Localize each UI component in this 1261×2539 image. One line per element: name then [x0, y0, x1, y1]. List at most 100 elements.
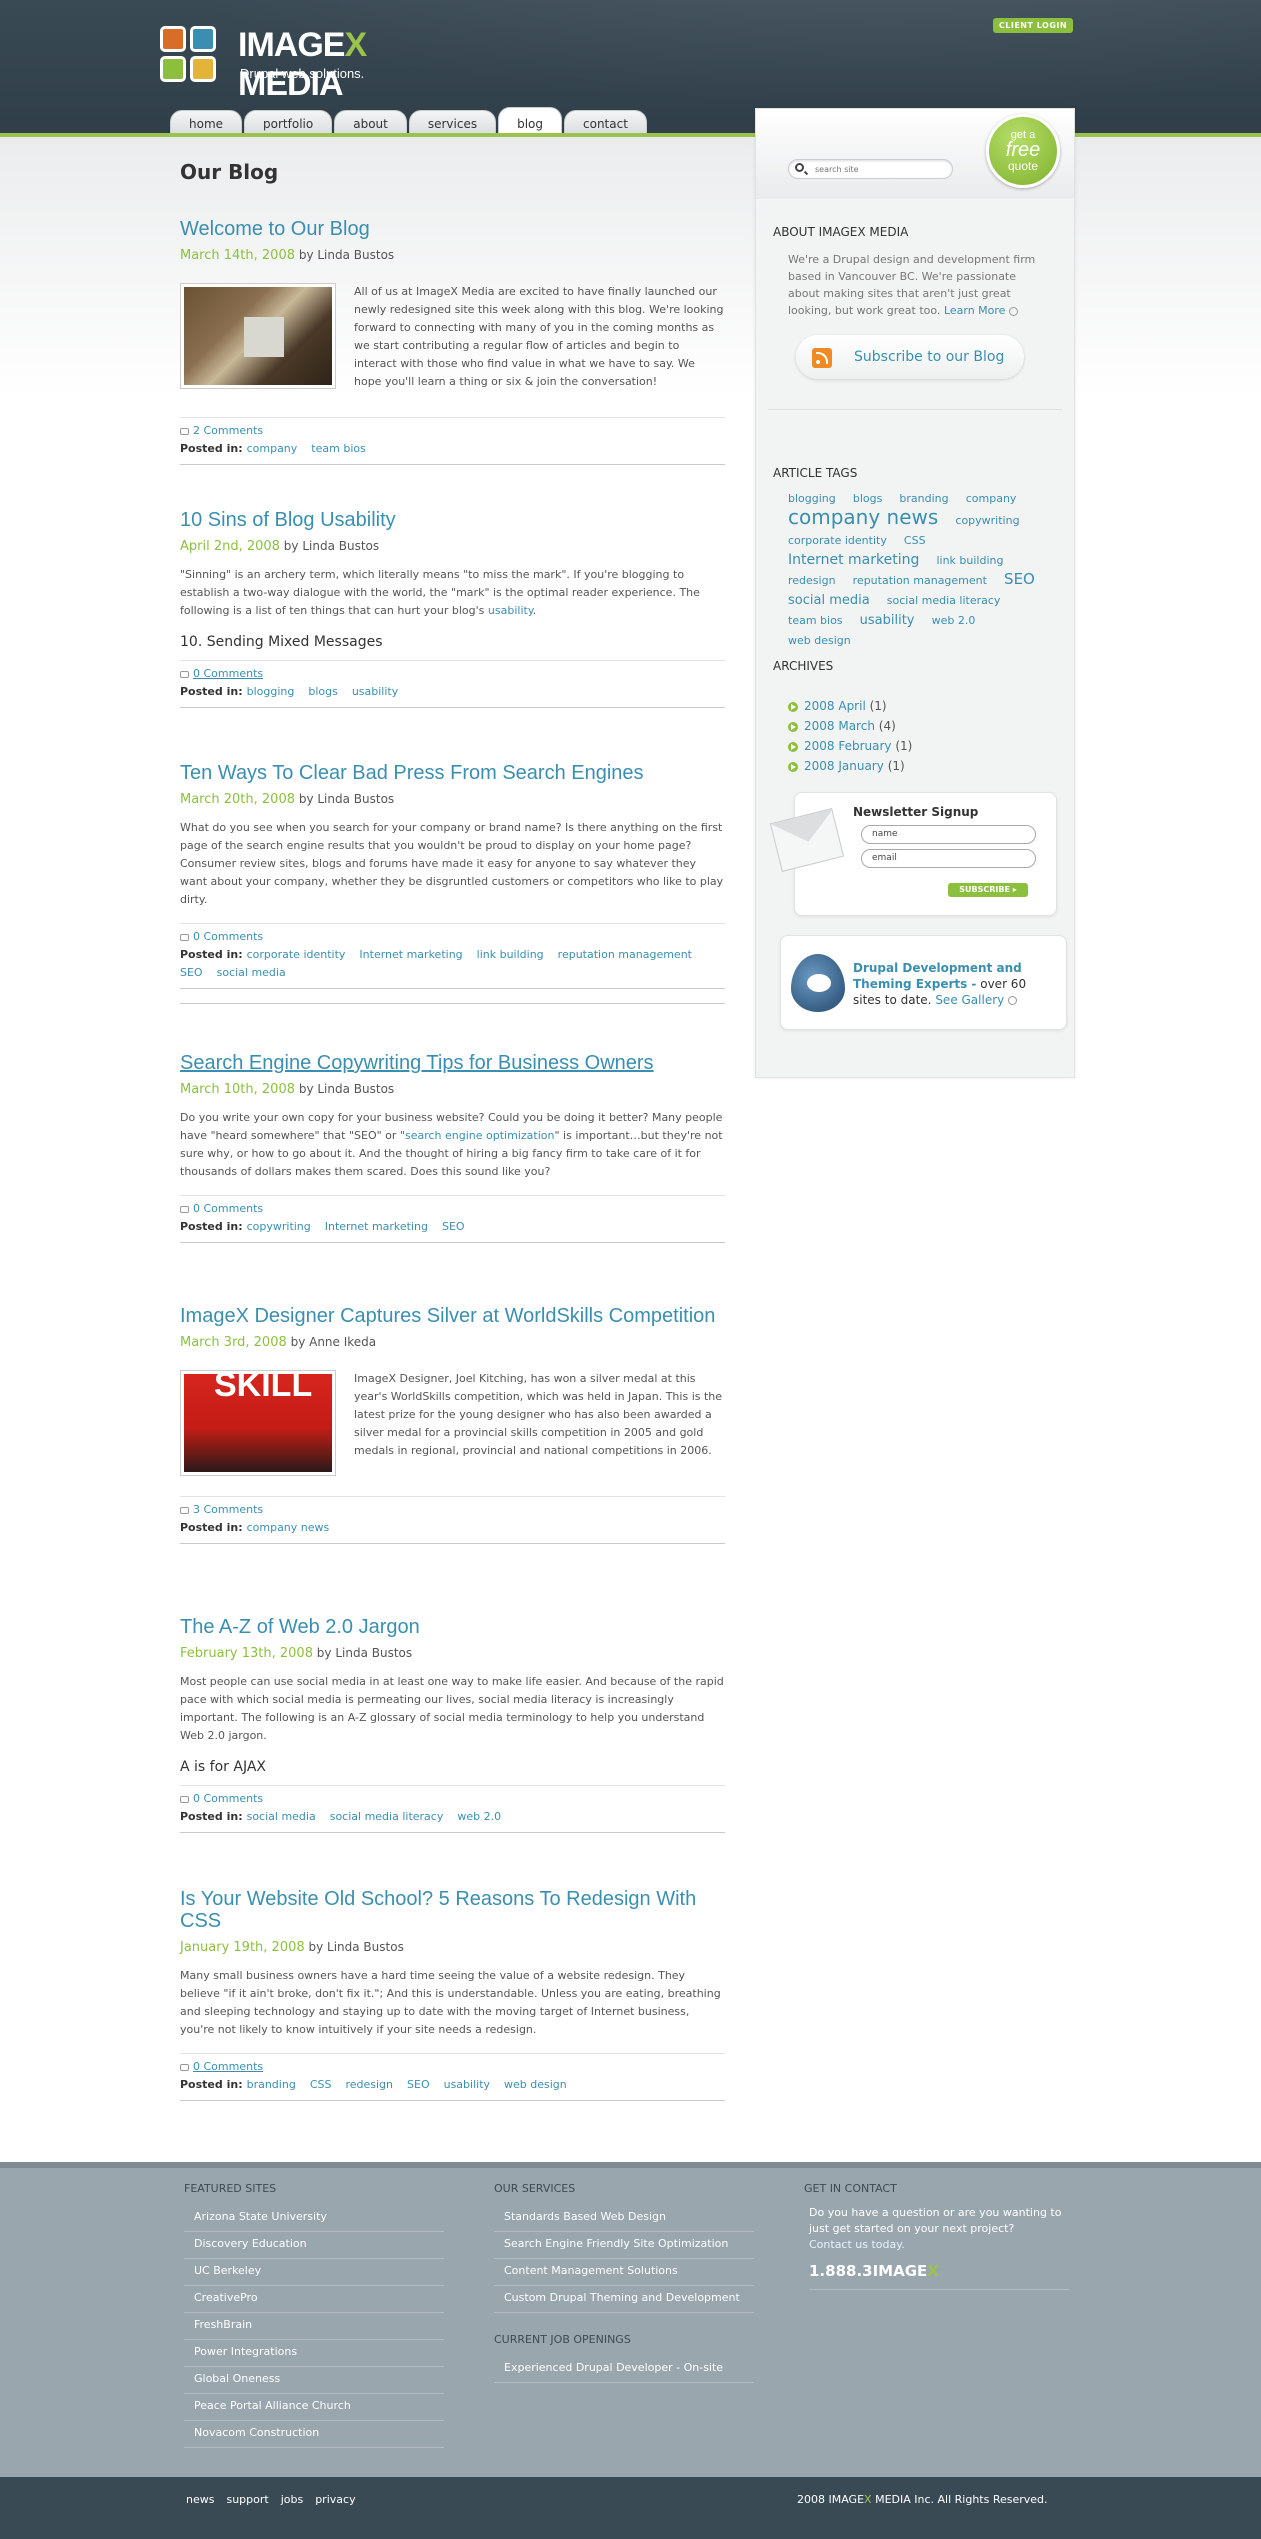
comments-link[interactable]: 0 Comments — [193, 2060, 263, 2073]
archive-link[interactable]: 2008 April — [804, 699, 866, 713]
comments-link[interactable]: 0 Comments — [193, 1202, 263, 1215]
tag-cloud-link[interactable]: company — [966, 492, 1017, 505]
tag-cloud-link[interactable]: Internet marketing — [788, 552, 919, 568]
comments-link[interactable]: 2 Comments — [193, 424, 263, 437]
see-gallery-link[interactable]: See Gallery — [935, 993, 1004, 1007]
service-link[interactable]: Search Engine Friendly Site Optimization — [494, 2232, 754, 2259]
tag-cloud-link[interactable]: corporate identity — [788, 534, 887, 547]
archive-item[interactable]: 2008 March (4) — [788, 716, 1058, 736]
archive-item[interactable]: 2008 February (1) — [788, 736, 1058, 756]
job-link[interactable]: Experienced Drupal Developer - On-site — [494, 2356, 754, 2383]
body-link[interactable]: usability — [488, 604, 533, 617]
tag-cloud-link[interactable]: blogs — [853, 492, 882, 505]
tag-cloud-link[interactable]: social media — [788, 593, 870, 608]
featured-site-link[interactable]: UC Berkeley — [184, 2259, 444, 2286]
post-tag-link[interactable]: company — [247, 442, 298, 455]
tag-cloud-link[interactable]: link building — [936, 554, 1003, 567]
post-tag-link[interactable]: Internet marketing — [359, 948, 462, 961]
tag-cloud-link[interactable]: web design — [788, 634, 851, 647]
featured-site-link[interactable]: Power Integrations — [184, 2340, 444, 2367]
post-tag-link[interactable]: web design — [504, 2078, 567, 2091]
post-tag-link[interactable]: usability — [352, 685, 398, 698]
post-thumbnail[interactable]: SKILL — [180, 1370, 336, 1476]
learn-more-link[interactable]: Learn More — [944, 304, 1006, 317]
footer-link-support[interactable]: support — [226, 2493, 268, 2506]
archive-link[interactable]: 2008 January — [804, 759, 884, 773]
post-tag-link[interactable]: blogs — [308, 685, 337, 698]
tag-cloud-link[interactable]: usability — [860, 613, 915, 628]
post-tag-link[interactable]: copywriting — [247, 1220, 311, 1233]
post-tag-link[interactable]: company news — [247, 1521, 330, 1534]
tag-cloud-link[interactable]: web 2.0 — [932, 614, 976, 627]
archive-item[interactable]: 2008 April (1) — [788, 696, 1058, 716]
post-title-link[interactable]: ImageX Designer Captures Silver at World… — [180, 1305, 715, 1327]
post-tag-link[interactable]: corporate identity — [247, 948, 346, 961]
featured-site-link[interactable]: FreshBrain — [184, 2313, 444, 2340]
post-tag-link[interactable]: Internet marketing — [325, 1220, 428, 1233]
comments-link[interactable]: 0 Comments — [193, 1792, 263, 1805]
featured-site-link[interactable]: Novacom Construction — [184, 2421, 444, 2448]
service-link[interactable]: Content Management Solutions — [494, 2259, 754, 2286]
archive-item[interactable]: 2008 January (1) — [788, 756, 1058, 776]
post-title-link[interactable]: Search Engine Copywriting Tips for Busin… — [180, 1052, 654, 1074]
service-link[interactable]: Custom Drupal Theming and Development — [494, 2286, 754, 2313]
tag-cloud-link[interactable]: redesign — [788, 574, 836, 587]
contact-us-link[interactable]: Contact us today. — [809, 2238, 905, 2251]
archive-link[interactable]: 2008 March — [804, 719, 875, 733]
post-title-link[interactable]: 10 Sins of Blog Usability — [180, 509, 396, 531]
post-tag-link[interactable]: web 2.0 — [457, 1810, 501, 1823]
post-tag-link[interactable]: SEO — [407, 2078, 430, 2091]
tag-cloud-link[interactable]: blogging — [788, 492, 836, 505]
archive-link[interactable]: 2008 February — [804, 739, 892, 753]
post-tag-link[interactable]: social media — [247, 1810, 316, 1823]
post-tag-link[interactable]: social media literacy — [330, 1810, 444, 1823]
name-field[interactable]: name — [861, 825, 1036, 844]
comments-link[interactable]: 0 Comments — [193, 667, 263, 680]
search-icon[interactable] — [795, 163, 804, 172]
tag-cloud-link[interactable]: reputation management — [853, 574, 987, 587]
tag-cloud-link[interactable]: social media literacy — [887, 594, 1001, 607]
tag-cloud-link[interactable]: company news — [788, 505, 938, 529]
comments-link[interactable]: 3 Comments — [193, 1503, 263, 1516]
post-divider — [180, 1496, 725, 1497]
featured-site-link[interactable]: Peace Portal Alliance Church — [184, 2394, 444, 2421]
post-tag-link[interactable]: social media — [217, 966, 286, 979]
post-tag-link[interactable]: branding — [247, 2078, 296, 2091]
email-field[interactable]: email — [861, 849, 1036, 868]
post-tag-link[interactable]: team bios — [311, 442, 366, 455]
post-title-link[interactable]: Is Your Website Old School? 5 Reasons To… — [180, 1888, 696, 1932]
post-tag-link[interactable]: redesign — [345, 2078, 393, 2091]
search-input[interactable] — [815, 162, 945, 176]
post-tag-link[interactable]: reputation management — [558, 948, 692, 961]
service-link[interactable]: Standards Based Web Design — [494, 2205, 754, 2232]
post-tag-link[interactable]: SEO — [442, 1220, 465, 1233]
post-tag-link[interactable]: CSS — [310, 2078, 332, 2091]
subscribe-button[interactable]: SUBSCRIBE ▸ — [948, 883, 1028, 897]
post-tag-link[interactable]: blogging — [247, 685, 295, 698]
tag-cloud-link[interactable]: branding — [899, 492, 948, 505]
tag-cloud-link[interactable]: SEO — [1004, 570, 1035, 588]
tag-cloud-link[interactable]: copywriting — [955, 514, 1019, 527]
post-title-link[interactable]: The A-Z of Web 2.0 Jargon — [180, 1616, 420, 1638]
body-link[interactable]: search engine optimization — [405, 1129, 555, 1142]
footer-link-jobs[interactable]: jobs — [281, 2493, 304, 2506]
site-logo[interactable]: IMAGEX MEDIA Drupal web solutions. — [160, 26, 430, 103]
featured-site-link[interactable]: Arizona State University — [184, 2205, 444, 2232]
post-tag-link[interactable]: SEO — [180, 966, 203, 979]
footer-link-privacy[interactable]: privacy — [315, 2493, 355, 2506]
post-thumbnail[interactable] — [180, 283, 336, 389]
tag-cloud-link[interactable]: CSS — [904, 534, 926, 547]
featured-site-link[interactable]: CreativePro — [184, 2286, 444, 2313]
subscribe-blog-button[interactable]: Subscribe to our Blog — [796, 335, 1024, 379]
post-title-link[interactable]: Welcome to Our Blog — [180, 218, 370, 240]
free-quote-button[interactable]: get a free quote — [986, 114, 1060, 188]
featured-site-link[interactable]: Global Oneness — [184, 2367, 444, 2394]
footer-link-news[interactable]: news — [186, 2493, 214, 2506]
post-title-link[interactable]: Ten Ways To Clear Bad Press From Search … — [180, 762, 644, 784]
featured-site-link[interactable]: Discovery Education — [184, 2232, 444, 2259]
comments-link[interactable]: 0 Comments — [193, 930, 263, 943]
tag-cloud-link[interactable]: team bios — [788, 614, 843, 627]
post-tag-link[interactable]: usability — [444, 2078, 490, 2091]
post-tag-link[interactable]: link building — [477, 948, 544, 961]
client-login-button[interactable]: CLIENT LOGIN — [993, 18, 1073, 33]
